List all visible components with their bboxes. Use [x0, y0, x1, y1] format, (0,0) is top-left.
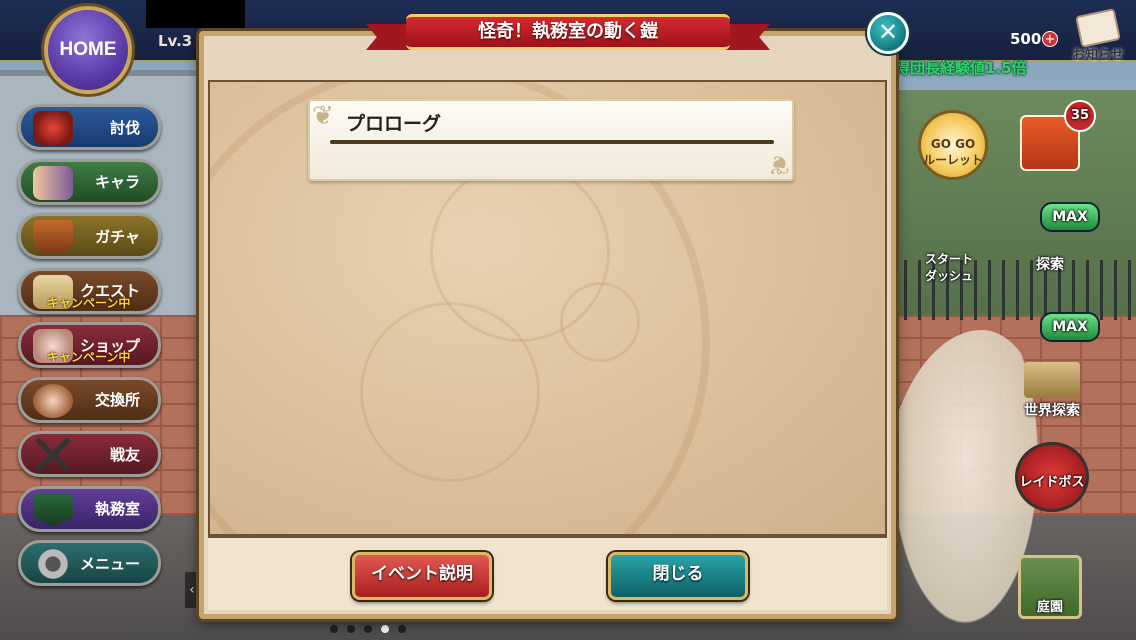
menu-item-label: キャラ	[94, 173, 140, 191]
chapter-label: プロローグ	[346, 113, 442, 135]
crossed-swords-icon	[33, 438, 73, 472]
menu-item-label: メニュー	[79, 554, 140, 573]
menu-item-exchange[interactable]: 交換所	[18, 376, 161, 423]
ornament-icon: ❦	[312, 101, 334, 131]
girl-avatar-icon	[33, 383, 73, 418]
start-dash-button[interactable]: スタート ダッシュ	[914, 222, 984, 283]
menu-item-gacha[interactable]: ガチャ	[18, 213, 161, 259]
menu-item-label: ガチャ	[95, 227, 140, 246]
menu-item-subjugation[interactable]: 討伐	[18, 104, 161, 150]
dialog-footer	[208, 536, 887, 610]
explore-button[interactable]: 探索	[1020, 254, 1080, 274]
max-badge: MAX	[1040, 312, 1100, 342]
campaign-label: キャンペーン中	[47, 295, 131, 310]
event-info-button[interactable]: イベント説明	[352, 552, 492, 600]
scroll-left-arrow-icon[interactable]: ‹	[185, 572, 199, 608]
gift-count-badge: 35	[1064, 100, 1096, 132]
menu-item-menu[interactable]: メニュー	[18, 540, 161, 586]
exp-bonus-banner: 得団長経験値1.5倍	[895, 59, 1027, 77]
side-menu: 討伐 キャラ ガチャ クエスト キャンペーン中 ショップ キャンペーン中 交換所…	[18, 104, 163, 595]
dialog-title: 怪奇！執務室の動く鎧	[406, 14, 730, 50]
page-dot	[330, 625, 338, 633]
roulette-button[interactable]: GO GO ルーレット	[918, 110, 988, 180]
dialog-title-ribbon: 怪奇！執務室の動く鎧	[366, 6, 770, 58]
page-dot	[347, 625, 355, 633]
notice-label: お知らせ	[1072, 48, 1124, 63]
ornament-icon: ❦	[768, 149, 790, 179]
menu-item-characters[interactable]: キャラ	[18, 158, 161, 205]
campaign-label: キャンペーン中	[47, 350, 131, 364]
home-button[interactable]: HOME	[44, 6, 132, 94]
max-badge: MAX	[1040, 202, 1100, 232]
menu-item-quest[interactable]: クエスト キャンペーン中	[18, 267, 161, 314]
explore-label: 探索	[1036, 257, 1064, 273]
flowerpot-icon	[33, 220, 73, 254]
menu-item-office[interactable]: 執務室	[18, 485, 161, 532]
menu-item-label: 討伐	[109, 118, 140, 137]
map-icon	[1024, 362, 1080, 398]
menu-item-label: 交換所	[94, 391, 140, 409]
menu-item-label: 執務室	[94, 500, 140, 518]
player-name-redacted	[146, 0, 245, 28]
add-currency-button[interactable]: +	[1042, 31, 1058, 47]
close-icon[interactable]: ✕	[867, 12, 909, 54]
world-explore-label: 世界探索	[1024, 403, 1080, 419]
notice-button[interactable]: お知らせ	[1068, 8, 1128, 72]
menu-item-label: 戦友	[109, 445, 140, 464]
chapter-item-prologue[interactable]: ❦ プロローグ ❦	[308, 99, 794, 181]
raid-boss-button[interactable]: レイドボス	[1015, 442, 1089, 512]
gear-icon	[33, 547, 73, 581]
scroll-icon	[1075, 8, 1121, 48]
player-level: Lv.3	[158, 32, 193, 50]
page-indicator	[330, 625, 406, 633]
page-dot-active	[381, 625, 389, 633]
page-dot	[398, 625, 406, 633]
divider	[330, 140, 774, 144]
menu-item-comrades[interactable]: 戦友	[18, 431, 161, 477]
menu-item-shop[interactable]: ショップ キャンペーン中	[18, 322, 161, 368]
world-explore-button[interactable]: 世界探索	[1012, 362, 1092, 420]
currency-count: 500	[1010, 30, 1042, 48]
banner-icon	[33, 492, 73, 527]
insect-icon	[33, 111, 73, 145]
characters-icon	[33, 165, 73, 200]
close-button[interactable]: 閉じる	[608, 552, 748, 600]
garden-button[interactable]: 庭園	[1018, 555, 1082, 619]
page-dot	[364, 625, 372, 633]
right-icon-column: GO GO ルーレット 35 スタート ダッシュ MAX 探索 MAX 世界探索 レ…	[900, 100, 1136, 640]
